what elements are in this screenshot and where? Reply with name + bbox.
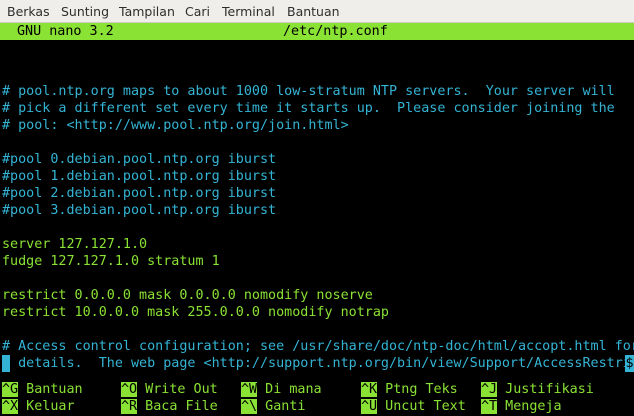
editor-line: #pool 3.debian.pool.ntp.org iburst bbox=[2, 203, 277, 218]
nano-filename: /etc/ntp.conf bbox=[283, 24, 388, 39]
shortcut-label: Keluar bbox=[18, 399, 75, 414]
shortcut-key: ^\ bbox=[241, 399, 258, 414]
menu-sunting[interactable]: Sunting bbox=[61, 4, 109, 19]
shortcut-item: ^U Uncut Text bbox=[361, 398, 466, 415]
shortcut-key: ^G bbox=[2, 382, 19, 397]
nano-title-bar: GNU nano 3.2 /etc/ntp.conf bbox=[0, 23, 634, 40]
menu-tampilan[interactable]: Tampilan bbox=[119, 4, 175, 19]
shortcut-label: Di mana bbox=[257, 382, 322, 397]
nano-version: GNU nano 3.2 bbox=[17, 24, 114, 39]
terminal-window[interactable]: GNU nano 3.2 /etc/ntp.conf # pool.ntp.or… bbox=[0, 23, 634, 416]
shortcut-label: Bantuan bbox=[18, 382, 83, 397]
shortcut-key: ^W bbox=[241, 382, 258, 397]
editor-line: # pool.ntp.org maps to about 1000 low-st… bbox=[2, 84, 615, 99]
editor-line: # details. The web page <http://support.… bbox=[2, 356, 631, 371]
editor-line: #pool 2.debian.pool.ntp.org iburst bbox=[2, 186, 277, 201]
editor-line: #pool 0.debian.pool.ntp.org iburst bbox=[2, 152, 277, 167]
menu-berkas[interactable]: Berkas bbox=[7, 4, 50, 19]
shortcut-item: ^R Baca File bbox=[121, 398, 218, 415]
editor-line: restrict 10.0.0.0 mask 255.0.0.0 nomodif… bbox=[2, 305, 389, 320]
shortcut-item: ^W Di mana bbox=[241, 381, 322, 398]
editor-line: fudge 127.127.1.0 stratum 1 bbox=[2, 254, 220, 269]
shortcut-item: ^J Justifikasi bbox=[481, 381, 594, 398]
editor-line: restrict 0.0.0.0 mask 0.0.0.0 nomodify n… bbox=[2, 288, 373, 303]
menu-bar: Berkas Sunting Tampilan Cari Terminal Ba… bbox=[0, 0, 634, 23]
shortcut-item: ^G Bantuan bbox=[2, 381, 83, 398]
shortcut-label: Write Out bbox=[137, 382, 218, 397]
shortcut-item: ^K Ptng Teks bbox=[361, 381, 458, 398]
editor-line: #pool 1.debian.pool.ntp.org iburst bbox=[2, 169, 277, 184]
menu-cari[interactable]: Cari bbox=[185, 4, 210, 19]
shortcut-item: ^\ Ganti bbox=[241, 398, 306, 415]
line-truncation-marker: $ bbox=[625, 355, 634, 372]
shortcut-label: Uncut Text bbox=[377, 399, 466, 414]
shortcut-key: ^T bbox=[481, 399, 498, 414]
shortcut-key: ^X bbox=[2, 399, 19, 414]
editor-line: # pick a different set every time it sta… bbox=[2, 101, 615, 116]
shortcut-label: Ganti bbox=[257, 399, 306, 414]
shortcut-key: ^R bbox=[121, 399, 138, 414]
menu-bantuan[interactable]: Bantuan bbox=[287, 4, 340, 19]
shortcut-item: ^X Keluar bbox=[2, 398, 75, 415]
shortcut-item: ^T Mengeja bbox=[481, 398, 562, 415]
shortcut-label: Baca File bbox=[137, 399, 218, 414]
shortcut-item: ^O Write Out bbox=[121, 381, 218, 398]
shortcut-key: ^U bbox=[361, 399, 378, 414]
editor-line: server 127.127.1.0 bbox=[2, 237, 148, 252]
shortcut-key: ^K bbox=[361, 382, 378, 397]
shortcut-key: ^O bbox=[121, 382, 138, 397]
shortcut-label: Justifikasi bbox=[497, 382, 594, 397]
shortcut-label: Ptng Teks bbox=[377, 382, 458, 397]
menu-terminal[interactable]: Terminal bbox=[222, 4, 275, 19]
shortcut-label: Mengeja bbox=[497, 399, 562, 414]
shortcut-key: ^J bbox=[481, 382, 498, 397]
editor-line: # pool: <http://www.pool.ntp.org/join.ht… bbox=[2, 118, 349, 133]
editor-line: # Access control configuration; see /usr… bbox=[2, 339, 634, 354]
